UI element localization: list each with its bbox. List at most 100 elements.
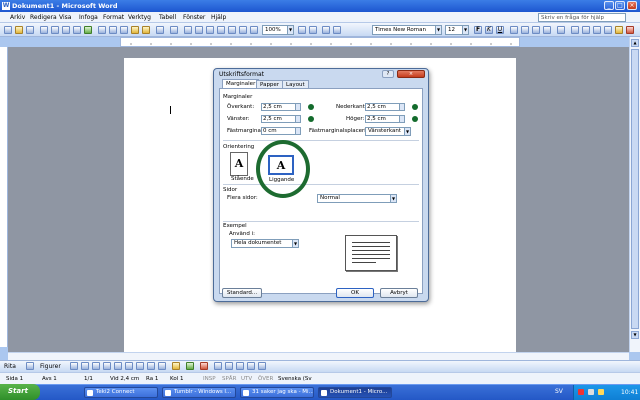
outdent-icon[interactable] <box>604 26 612 34</box>
align-left-icon[interactable] <box>510 26 518 34</box>
dialog-close-button[interactable]: × <box>397 70 425 78</box>
multiple-pages-select[interactable]: Normal ▼ <box>317 194 397 203</box>
status-trk[interactable]: SPÅR <box>222 376 236 382</box>
columns-icon[interactable] <box>217 26 225 34</box>
shadow-icon[interactable] <box>247 362 255 370</box>
drawing-icon[interactable] <box>228 26 236 34</box>
arrow-style-icon[interactable] <box>236 362 244 370</box>
menu-fonster[interactable]: Fönster <box>183 14 205 21</box>
underline-icon[interactable]: U <box>496 26 504 34</box>
zoom-select[interactable]: 100% ▼ <box>262 25 294 35</box>
status-rec[interactable]: INSP <box>203 376 216 382</box>
menu-redigera[interactable]: Redigera <box>30 14 57 21</box>
indent-icon[interactable] <box>593 26 601 34</box>
spinner-icon[interactable] <box>295 104 300 110</box>
cancel-button[interactable]: Avbryt <box>380 288 418 298</box>
font-select[interactable]: Times New Roman ▼ <box>372 25 442 35</box>
highlight-icon[interactable] <box>615 26 623 34</box>
help-icon[interactable] <box>298 26 306 34</box>
undo-icon[interactable] <box>156 26 164 34</box>
spinner-icon[interactable] <box>399 116 404 122</box>
save-icon[interactable] <box>26 26 34 34</box>
paste-icon[interactable] <box>131 26 139 34</box>
close-window-button[interactable]: × <box>627 1 637 10</box>
top-margin-field[interactable]: 2,5 cm <box>261 103 301 111</box>
textbox-icon[interactable] <box>114 362 122 370</box>
picture-icon[interactable] <box>158 362 166 370</box>
start-button[interactable]: Start <box>0 384 40 400</box>
tray-icon[interactable] <box>578 389 584 395</box>
align-center-icon[interactable] <box>521 26 529 34</box>
vertical-scrollbar[interactable]: ▲ ▼ <box>629 37 640 352</box>
format-painter-icon[interactable] <box>142 26 150 34</box>
print-preview-icon[interactable] <box>73 26 81 34</box>
wordart-icon[interactable] <box>125 362 133 370</box>
scroll-down-icon[interactable]: ▼ <box>631 331 639 339</box>
read-icon[interactable] <box>309 26 317 34</box>
portrait-label[interactable]: Stående <box>231 176 254 182</box>
font-color-icon[interactable] <box>200 362 208 370</box>
line-icon[interactable] <box>70 362 78 370</box>
print-icon[interactable] <box>62 26 70 34</box>
horizontal-ruler[interactable] <box>120 37 520 47</box>
right-margin-field[interactable]: 2,5 cm <box>365 115 405 123</box>
numbering-icon[interactable] <box>571 26 579 34</box>
hyperlink-icon[interactable] <box>184 26 192 34</box>
bullets-icon[interactable] <box>582 26 590 34</box>
bottom-margin-field[interactable]: 2,5 cm <box>365 103 405 111</box>
autoshapes-menu[interactable]: Figurer <box>40 363 61 370</box>
research-icon[interactable] <box>98 26 106 34</box>
arrow-icon[interactable] <box>81 362 89 370</box>
scroll-thumb[interactable] <box>631 49 639 329</box>
left-margin-field[interactable]: 2,5 cm <box>261 115 301 123</box>
language-indicator[interactable]: SV <box>555 388 563 395</box>
menu-verktyg[interactable]: Verktyg <box>128 14 151 21</box>
menu-arkiv[interactable]: Arkiv <box>10 14 25 21</box>
excel-icon[interactable] <box>206 26 214 34</box>
status-ext[interactable]: UTV <box>241 376 252 382</box>
spelling-icon[interactable] <box>84 26 92 34</box>
italic-icon[interactable]: K <box>485 26 493 34</box>
font-size-select[interactable]: 12 ▼ <box>445 25 469 35</box>
apply-to-select[interactable]: Hela dokumentet ▼ <box>231 239 299 248</box>
portrait-icon[interactable]: A <box>230 152 248 176</box>
draw-menu[interactable]: Rita <box>4 363 16 370</box>
horizontal-scrollbar[interactable] <box>8 352 629 360</box>
fill-color-icon[interactable] <box>172 362 180 370</box>
document-map-icon[interactable] <box>239 26 247 34</box>
align-right-icon[interactable] <box>532 26 540 34</box>
menu-visa[interactable]: Visa <box>59 14 71 21</box>
table-icon[interactable] <box>195 26 203 34</box>
maximize-button[interactable]: □ <box>615 1 625 10</box>
permission-icon[interactable] <box>40 26 48 34</box>
menu-hjalp[interactable]: Hjälp <box>211 14 226 21</box>
menu-infoga[interactable]: Infoga <box>79 14 98 21</box>
bold-icon[interactable]: F <box>474 26 482 34</box>
redo-icon[interactable] <box>170 26 178 34</box>
clipart-icon[interactable] <box>147 362 155 370</box>
dialog-help-button[interactable]: ? <box>382 70 394 78</box>
gutter-position-select[interactable]: Vänsterkant ▼ <box>365 127 411 136</box>
copy-icon[interactable] <box>120 26 128 34</box>
taskbar-item[interactable]: Tumblr - Windows I... <box>162 387 236 398</box>
diagram-icon[interactable] <box>136 362 144 370</box>
dash-style-icon[interactable] <box>225 362 233 370</box>
taskbar-item[interactable]: Teki2 Connect <box>84 387 158 398</box>
justify-icon[interactable] <box>543 26 551 34</box>
spinner-icon[interactable] <box>295 128 300 134</box>
select-objects-icon[interactable] <box>26 362 34 370</box>
email-icon[interactable] <box>51 26 59 34</box>
styles-icon[interactable] <box>322 26 330 34</box>
cut-icon[interactable] <box>109 26 117 34</box>
vertical-ruler[interactable] <box>0 47 8 347</box>
open-icon[interactable] <box>15 26 23 34</box>
ok-button[interactable]: OK <box>336 288 374 298</box>
3d-icon[interactable] <box>258 362 266 370</box>
line-style-icon[interactable] <box>214 362 222 370</box>
minimize-button[interactable]: _ <box>604 1 614 10</box>
new-icon[interactable] <box>4 26 12 34</box>
menu-tabell[interactable]: Tabell <box>159 14 176 21</box>
scroll-up-icon[interactable]: ▲ <box>631 39 639 47</box>
status-ovr[interactable]: ÖVER <box>258 376 273 382</box>
spinner-icon[interactable] <box>295 116 300 122</box>
